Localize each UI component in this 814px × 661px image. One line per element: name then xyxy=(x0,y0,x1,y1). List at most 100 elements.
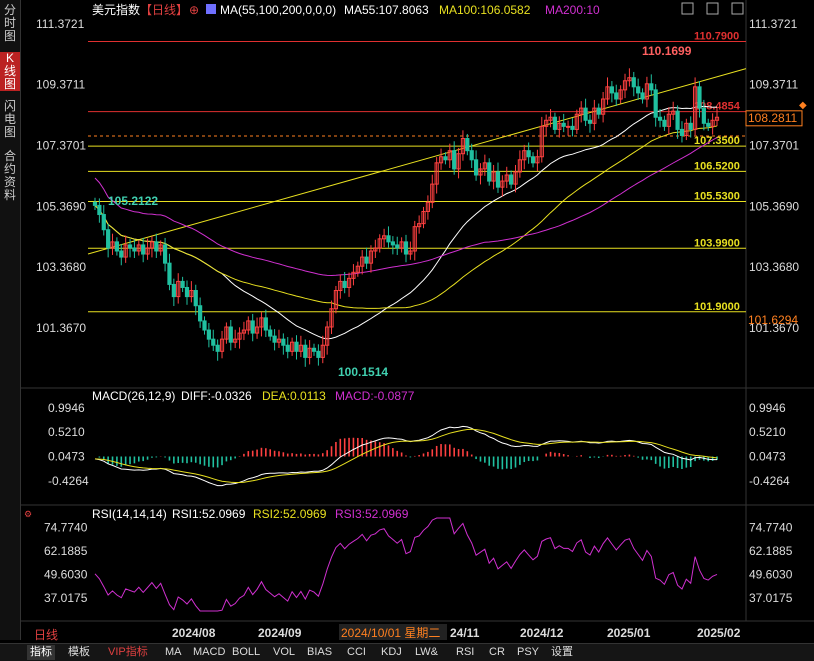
period-label[interactable]: 【日线】 xyxy=(140,3,188,17)
candle-body xyxy=(657,116,663,121)
settings-icon[interactable]: ⚙ xyxy=(24,509,32,519)
macd-y-tick: -0.4264 xyxy=(749,474,790,488)
candle-body xyxy=(390,241,395,246)
level-label: 110.7900 xyxy=(694,31,739,43)
toolbar-tab-7[interactable]: BIAS xyxy=(307,645,332,660)
ma-params: MA(55,100,200,0,0,0) xyxy=(220,3,336,17)
x-tick-label: 2024/09 xyxy=(258,626,302,640)
last-price-marker: ◆ xyxy=(799,100,807,111)
toolbar-tab-14[interactable]: 设置 xyxy=(551,645,573,660)
x-tick-label: 2024/08 xyxy=(172,626,216,640)
candle-body xyxy=(250,320,255,334)
macd-y-tick-left: 0.5210 xyxy=(48,425,85,439)
add-icon[interactable]: ⊕ xyxy=(189,3,199,17)
macd-diff-label: DIFF:-0.0326 xyxy=(181,389,252,403)
grid-icon[interactable] xyxy=(706,2,719,15)
candle-body xyxy=(114,241,120,252)
candle-body xyxy=(316,350,321,358)
candle-body xyxy=(688,122,693,130)
toolbar-tab-3[interactable]: MA xyxy=(165,645,182,660)
candle-body xyxy=(679,128,685,136)
candle-body xyxy=(395,244,400,249)
y-tick-label: 105.3690 xyxy=(749,199,799,213)
rsi-panel: RSI(14,14,14) RSI1:52.0969 RSI2:52.0969 … xyxy=(44,507,793,612)
toolbar-tab-12[interactable]: CR xyxy=(489,645,505,660)
candle-body xyxy=(303,344,308,358)
candle-body xyxy=(583,107,588,121)
chart-area: 美元指数 【日线】 ⊕ MA(55,100,200,0,0,0) MA55:10… xyxy=(20,0,814,642)
candle-body xyxy=(171,283,176,298)
x-tick-label: 2024/10/01 星期二 xyxy=(341,626,440,640)
last-price-label: 108.2811 xyxy=(748,111,797,125)
x-tick-label: 24/11 xyxy=(450,626,480,640)
instrument-name: 美元指数 xyxy=(92,2,140,17)
toolbar-tab-2[interactable]: VIP指标 xyxy=(108,645,148,660)
bottom-price-label: 101.6294 xyxy=(748,313,798,327)
candle-body xyxy=(263,317,268,331)
start-annotation: 105.2122 xyxy=(108,194,158,208)
toolbar-tab-0[interactable]: 指标 xyxy=(27,645,55,660)
candle-body xyxy=(662,119,667,127)
candle-body xyxy=(285,344,290,352)
rsi-y-tick: 62.1885 xyxy=(749,544,793,558)
high-annotation: 110.1699 xyxy=(642,44,692,58)
level-label: 106.5200 xyxy=(694,160,740,172)
ma200-value: MA200:10 xyxy=(545,3,600,17)
candle-body xyxy=(198,305,203,322)
expand-icon[interactable] xyxy=(731,2,744,15)
rsi-line xyxy=(94,517,718,612)
toolbar-tab-4[interactable]: MACD xyxy=(193,645,225,660)
candle-body xyxy=(228,326,233,343)
toolbar-tab-6[interactable]: VOL xyxy=(273,645,295,660)
candle-body xyxy=(141,244,146,255)
candle-body xyxy=(640,92,645,100)
zoom-icon[interactable] xyxy=(681,2,694,15)
candle-body xyxy=(342,280,347,288)
candle-body xyxy=(119,250,124,258)
candle-body xyxy=(403,241,409,255)
macd-y-tick: 0.0473 xyxy=(749,450,786,464)
y-tick-label: 109.3711 xyxy=(749,78,798,92)
toolbar-tab-1[interactable]: 模板 xyxy=(68,645,90,660)
toolbar-tab-9[interactable]: KDJ xyxy=(381,645,402,660)
toolbar-tab-5[interactable]: BOLL xyxy=(232,645,260,660)
toolbar-tab-11[interactable]: RSI xyxy=(456,645,474,660)
candle-body xyxy=(101,214,106,231)
y-tick-label-left: 111.3721 xyxy=(36,17,85,31)
y-tick-label: 103.3680 xyxy=(749,260,799,274)
toolbar-tab-10[interactable]: LW& xyxy=(415,645,438,660)
candle-body xyxy=(184,286,190,298)
y-tick-label-left: 107.3701 xyxy=(36,139,86,153)
candle-body xyxy=(653,89,658,118)
candle-body xyxy=(202,320,207,331)
candle-body xyxy=(649,83,654,91)
candle-body xyxy=(614,92,619,100)
y-tick-label-left: 105.3690 xyxy=(36,199,86,213)
rsi1-label: RSI1:52.0969 xyxy=(172,507,246,521)
candle-body xyxy=(706,122,711,127)
candle-body xyxy=(596,107,601,115)
candle-body xyxy=(386,235,391,243)
toolbar-tab-8[interactable]: CCI xyxy=(347,645,366,660)
candle-body xyxy=(211,338,216,346)
level-label: 101.9000 xyxy=(694,301,740,313)
candle-body xyxy=(469,150,474,161)
level-label: 103.9900 xyxy=(694,237,740,249)
x-axis: 2024/08 2024/09 2024/10/01 星期二 24/11 2024/12… xyxy=(172,624,741,640)
macd-y-tick: 0.5210 xyxy=(749,425,786,439)
macd-y-tick-left: 0.0473 xyxy=(48,450,85,464)
toolbar-tab-13[interactable]: PSY xyxy=(517,645,539,660)
rsi-y-tick-left: 49.6030 xyxy=(44,568,88,582)
candle-body xyxy=(311,347,317,352)
rsi2-label: RSI2:52.0969 xyxy=(253,507,327,521)
rsi-title: RSI(14,14,14) xyxy=(92,507,167,521)
macd-title: MACD(26,12,9) xyxy=(92,389,175,403)
candle-body xyxy=(697,86,702,109)
candle-body xyxy=(495,171,501,188)
x-tick-label: 2024/12 xyxy=(520,626,564,640)
candle-body xyxy=(587,119,593,124)
candle-body xyxy=(526,150,531,158)
mode-label[interactable]: 日线 xyxy=(34,628,58,642)
candle-body xyxy=(570,125,575,130)
candle-body xyxy=(167,262,172,285)
